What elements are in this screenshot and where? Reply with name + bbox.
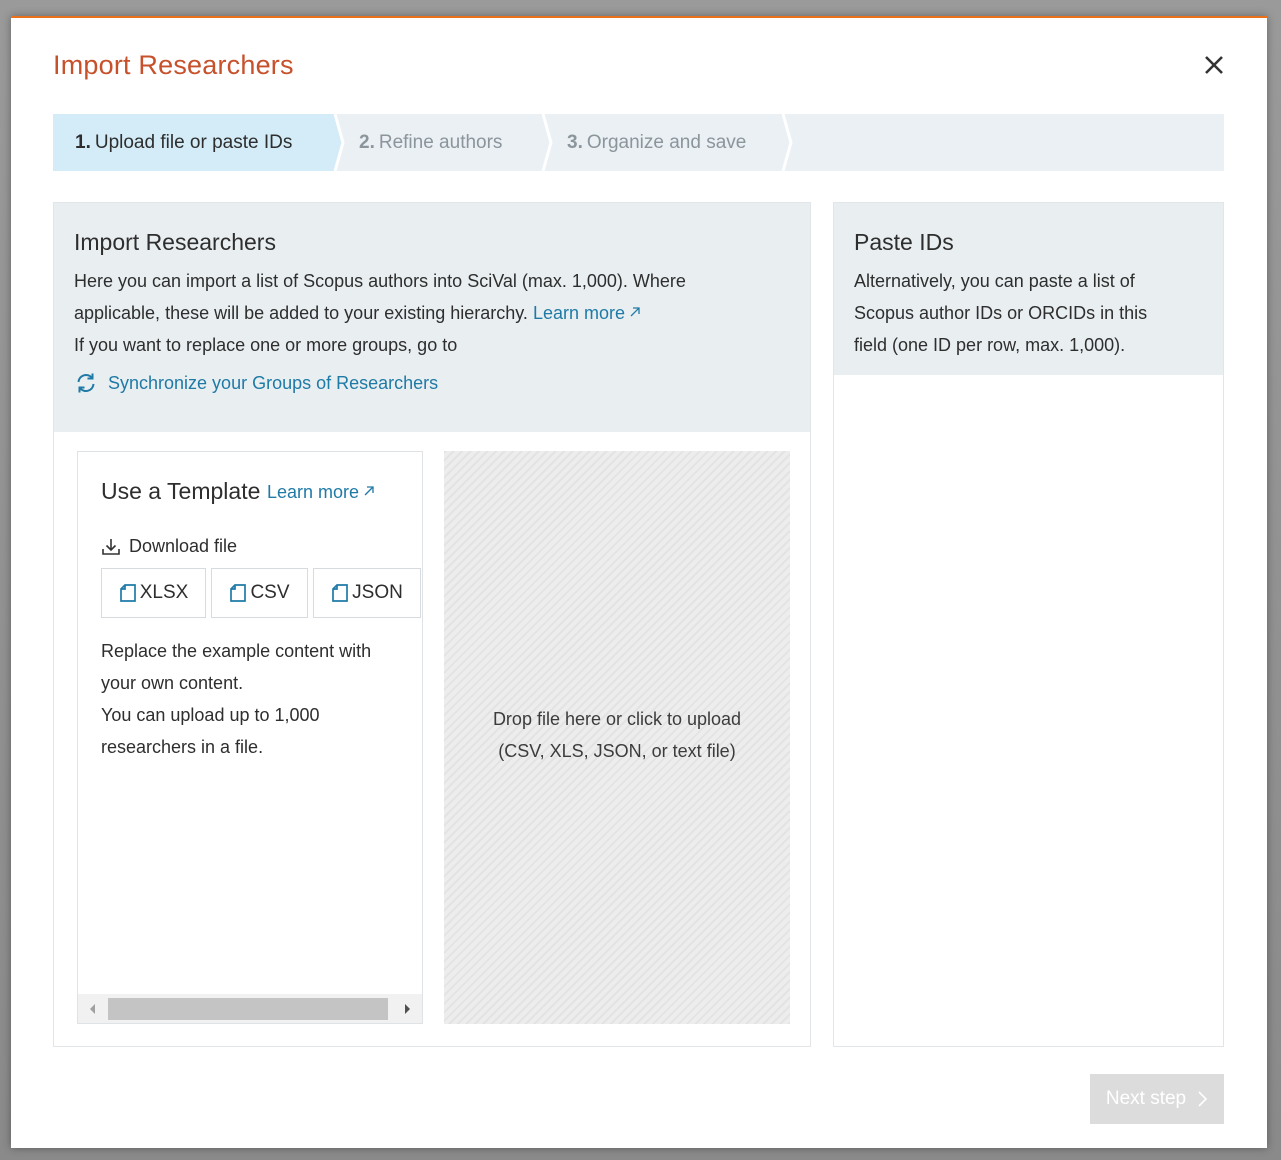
step-upload: 1. Upload file or paste IDs xyxy=(53,114,331,171)
step-number: 1. xyxy=(75,131,91,153)
template-title: Use a Template xyxy=(101,478,261,504)
step-number: 2. xyxy=(359,131,375,153)
download-csv-button[interactable]: CSV xyxy=(211,568,308,618)
close-icon xyxy=(1205,56,1223,74)
step-organize: 3. Organize and save xyxy=(567,114,787,171)
template-learn-more-link[interactable]: Learn more xyxy=(267,482,375,503)
step-divider xyxy=(537,114,553,171)
wizard-stepper: 1. Upload file or paste IDs 2. Refine au… xyxy=(53,114,1224,171)
step-label: Refine authors xyxy=(378,131,503,153)
scroll-right-button[interactable] xyxy=(392,994,422,1023)
format-label: JSON xyxy=(352,582,403,603)
step-number: 3. xyxy=(567,131,583,153)
paste-description-line: Alternatively, you can paste a list of xyxy=(854,271,1135,291)
synchronize-groups-link[interactable]: Synchronize your Groups of Researchers xyxy=(74,371,438,395)
paste-ids-textarea[interactable] xyxy=(834,375,1223,1046)
download-file-label: Download file xyxy=(101,536,237,557)
paste-description-line: field (one ID per row, max. 1,000). xyxy=(854,335,1126,355)
close-button[interactable] xyxy=(1199,50,1229,80)
paste-panel-header: Paste IDs Alternatively, you can paste a… xyxy=(834,203,1223,375)
chevron-right-icon xyxy=(1198,1091,1208,1107)
import-panel-header: Import Researchers Here you can import a… xyxy=(54,203,810,432)
paste-description-line: Scopus author IDs or ORCIDs in this xyxy=(854,303,1148,323)
step-label: Organize and save xyxy=(586,131,747,153)
external-link-icon xyxy=(630,307,640,317)
scroll-left-button[interactable] xyxy=(78,994,108,1023)
arrow-left-icon xyxy=(90,1004,95,1014)
instruction-line: You can upload up to 1,000 xyxy=(101,705,320,725)
template-card: Use a Template Learn more Download file … xyxy=(77,451,423,1024)
external-link-icon xyxy=(364,486,374,496)
next-step-label: Next step xyxy=(1105,1088,1187,1109)
import-description-line: Here you can import a list of Scopus aut… xyxy=(74,271,686,291)
learn-more-label: Learn more xyxy=(532,303,626,323)
arrow-right-icon xyxy=(405,1004,410,1014)
file-drop-zone[interactable]: Drop file here or click to upload (CSV, … xyxy=(444,451,790,1024)
dialog-title: Import Researchers xyxy=(53,50,294,80)
scrollbar-thumb[interactable] xyxy=(108,998,388,1020)
instruction-line: researchers in a file. xyxy=(101,737,264,757)
download-xlsx-button[interactable]: XLSX xyxy=(101,568,206,618)
step-label: Upload file or paste IDs xyxy=(94,131,293,153)
import-file-panel: Import Researchers Here you can import a… xyxy=(53,202,811,1047)
file-icon xyxy=(119,584,136,602)
import-panel-title: Import Researchers xyxy=(74,229,276,255)
format-label: XLSX xyxy=(139,582,189,603)
step-refine: 2. Refine authors xyxy=(359,114,549,171)
import-description-text: applicable, these will be added to your … xyxy=(74,303,528,323)
horizontal-scrollbar[interactable] xyxy=(78,994,422,1023)
instruction-line: Replace the example content with xyxy=(101,641,372,661)
import-description-line: applicable, these will be added to your … xyxy=(74,297,641,329)
instruction-line: your own content. xyxy=(101,673,244,693)
import-researchers-dialog: Import Researchers 1. Upload file or pas… xyxy=(11,16,1267,1148)
paste-ids-panel: Paste IDs Alternatively, you can paste a… xyxy=(833,202,1224,1047)
sync-icon xyxy=(77,373,95,393)
format-label: CSV xyxy=(250,582,290,603)
drop-zone-text: Drop file here or click to upload (CSV, … xyxy=(444,703,790,767)
download-icon xyxy=(102,538,120,555)
learn-more-link[interactable]: Learn more xyxy=(533,303,641,323)
template-instructions: Replace the example content with your ow… xyxy=(101,635,411,763)
sync-link-label: Synchronize your Groups of Researchers xyxy=(108,372,439,393)
learn-more-label: Learn more xyxy=(267,482,360,502)
import-description-line: If you want to replace one or more group… xyxy=(74,335,458,355)
step-divider xyxy=(329,114,345,171)
download-label-text: Download file xyxy=(129,536,238,556)
download-json-button[interactable]: JSON xyxy=(313,568,421,618)
drop-zone-line: (CSV, XLS, JSON, or text file) xyxy=(498,741,736,761)
next-step-button[interactable]: Next step xyxy=(1090,1074,1224,1124)
step-divider xyxy=(777,114,793,171)
file-icon xyxy=(230,584,247,602)
drop-zone-line: Drop file here or click to upload xyxy=(492,709,742,729)
file-icon xyxy=(332,584,349,602)
paste-panel-title: Paste IDs xyxy=(854,229,954,255)
